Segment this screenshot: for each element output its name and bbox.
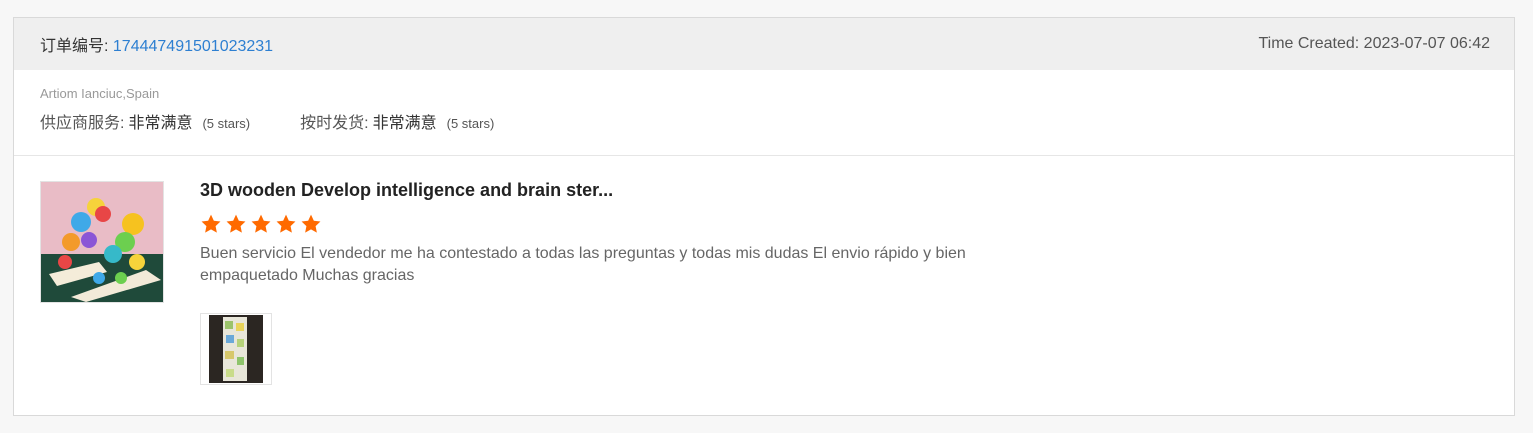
review-card: 订单编号: 174447491501023231 Time Created: 2… xyxy=(13,17,1515,416)
rating-stars-text: (5 stars) xyxy=(446,116,495,131)
star-icon xyxy=(251,214,271,233)
rating-on-time-delivery: 按时发货: 非常满意 (5 stars) xyxy=(300,109,494,133)
star-icon xyxy=(201,214,221,233)
review-text: Buen servicio El vendedor me ha contesta… xyxy=(200,245,966,284)
review-photo-thumbnail[interactable] xyxy=(200,313,272,385)
product-thumbnail[interactable] xyxy=(40,181,164,303)
rating-label: 按时发货: xyxy=(300,115,369,132)
rating-stars-text: (5 stars) xyxy=(202,116,251,131)
order-number-label: 订单编号: xyxy=(40,38,113,55)
order-header: 订单编号: 174447491501023231 Time Created: 2… xyxy=(14,18,1514,70)
buyer-name-country: Artiom Ianciuc,Spain xyxy=(40,86,160,101)
product-title[interactable]: 3D wooden Develop intelligence and brain… xyxy=(200,180,1020,201)
rating-value: 非常满意 xyxy=(372,115,437,132)
rating-supplier-service: 供应商服务: 非常满意 (5 stars) xyxy=(40,109,250,133)
rating-label: 供应商服务: xyxy=(40,115,125,132)
seller-ratings: 供应商服务: 非常满意 (5 stars) 按时发货: 非常满意 (5 star… xyxy=(40,109,1488,133)
order-info: 订单编号: 174447491501023231 xyxy=(40,32,273,56)
product-image xyxy=(41,182,163,302)
rating-value: 非常满意 xyxy=(128,115,193,132)
review-photo xyxy=(209,315,263,383)
star-icon xyxy=(301,214,321,233)
buyer-section: Artiom Ianciuc,Spain 供应商服务: 非常满意 (5 star… xyxy=(14,70,1514,156)
product-review: 3D wooden Develop intelligence and brain… xyxy=(14,156,1514,385)
star-rating xyxy=(200,213,1020,235)
time-created: Time Created: 2023-07-07 06:42 xyxy=(1258,35,1490,52)
order-number-link[interactable]: 174447491501023231 xyxy=(113,38,273,55)
star-icon xyxy=(226,214,246,233)
review-body: 3D wooden Develop intelligence and brain… xyxy=(200,180,1020,385)
star-icon xyxy=(276,214,296,233)
